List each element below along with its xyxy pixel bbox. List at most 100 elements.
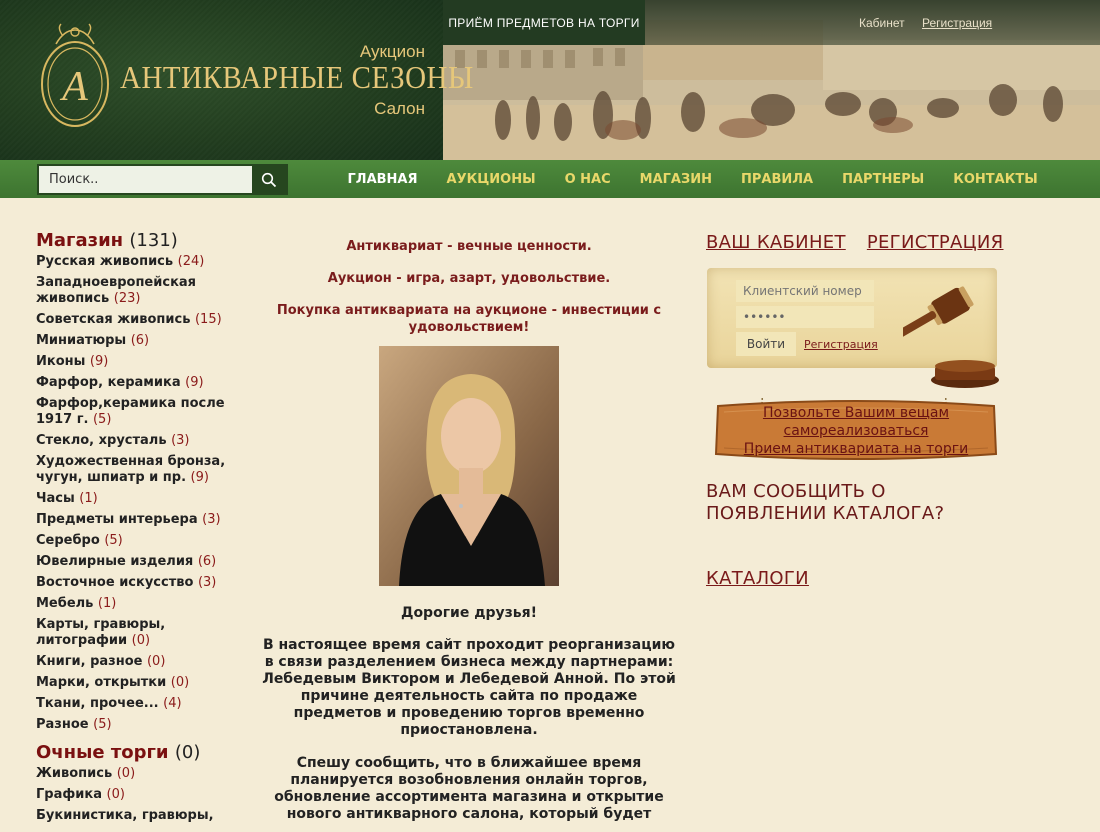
nav-item-shop[interactable]: МАГАЗИН bbox=[625, 160, 726, 198]
shop-item[interactable]: Стекло, хрусталь (3) bbox=[36, 433, 236, 449]
shop-item-count: (24) bbox=[177, 254, 205, 269]
shop-item-count: (23) bbox=[113, 291, 141, 306]
submit-items-sign[interactable]: Позвольте Вашим вещам самореализоваться … bbox=[714, 404, 998, 458]
shop-item-count: (3) bbox=[197, 575, 217, 590]
live-item-count: (0) bbox=[106, 787, 125, 802]
news-paragraph: Спешу сообщить, что в ближайшее время пл… bbox=[274, 755, 664, 822]
catalogs-link[interactable]: КАТАЛОГИ bbox=[706, 568, 809, 589]
brand-area: А Аукцион АНТИКВАРНЫЕ СЕЗОНЫ Салон bbox=[0, 0, 473, 160]
nav-item-rules[interactable]: ПРАВИЛА bbox=[726, 160, 827, 198]
login-panel: Войти Регистрация bbox=[707, 268, 999, 388]
submit-items-link[interactable]: ПРИЁМ ПРЕДМЕТОВ НА ТОРГИ bbox=[443, 0, 645, 45]
shop-item[interactable]: Карты, гравюры, литографии (0) bbox=[36, 617, 236, 649]
shop-item[interactable]: Восточное искусство (3) bbox=[36, 575, 236, 591]
nav-item-partners[interactable]: ПАРТНЕРЫ bbox=[828, 160, 939, 198]
registration-heading-link[interactable]: РЕГИСТРАЦИЯ bbox=[867, 232, 1004, 253]
slogan-investment: Покупка антиквариата на аукционе - инвес… bbox=[276, 303, 662, 335]
shop-item-count: (3) bbox=[171, 433, 190, 448]
shop-item[interactable]: Иконы (9) bbox=[36, 354, 236, 370]
announcement-paragraph: В настоящее время сайт проходит реоргани… bbox=[262, 637, 676, 738]
search-box bbox=[37, 164, 288, 195]
shop-item[interactable]: Русская живопись (24) bbox=[36, 254, 236, 270]
shop-item[interactable]: Фарфор,керамика после 1917 г. (5) bbox=[36, 396, 236, 428]
shop-title-label: Магазин bbox=[36, 230, 124, 251]
nav-item-about[interactable]: О НАС bbox=[550, 160, 625, 198]
shop-item-label: Разное bbox=[36, 717, 89, 732]
search-icon bbox=[261, 172, 277, 187]
shop-item-label: Стекло, хрусталь bbox=[36, 433, 167, 448]
nav-item-home[interactable]: ГЛАВНАЯ bbox=[333, 160, 432, 198]
register-link[interactable]: Регистрация bbox=[922, 16, 992, 30]
shop-item[interactable]: Советская живопись (15) bbox=[36, 312, 236, 328]
client-number-field[interactable] bbox=[736, 280, 874, 302]
shop-item[interactable]: Фарфор, керамика (9) bbox=[36, 375, 236, 391]
shop-item[interactable]: Книги, разное (0) bbox=[36, 654, 236, 670]
shop-item-count: (15) bbox=[194, 312, 222, 327]
logo-emblem-icon[interactable]: А bbox=[36, 22, 114, 132]
brand-subtitle-bottom: Салон bbox=[374, 99, 425, 118]
shop-item-count: (4) bbox=[163, 696, 182, 711]
live-item[interactable]: Живопись (0) bbox=[36, 766, 236, 782]
site-header: А Аукцион АНТИКВАРНЫЕ СЕЗОНЫ Салон ПРИЁМ… bbox=[0, 0, 1100, 160]
shop-item[interactable]: Художественная бронза, чугун, шпиатр и п… bbox=[36, 454, 236, 486]
shop-item[interactable]: Ткани, прочее... (4) bbox=[36, 696, 236, 712]
shop-item-count: (9) bbox=[190, 470, 209, 485]
shop-item-label: Марки, открытки bbox=[36, 675, 167, 690]
header-top-bar: ПРИЁМ ПРЕДМЕТОВ НА ТОРГИ Кабинет Регистр… bbox=[443, 0, 1100, 45]
greeting-heading: Дорогие друзья! bbox=[400, 605, 538, 621]
shop-item-label: Миниатюры bbox=[36, 333, 127, 348]
shop-item-label: Мебель bbox=[36, 596, 94, 611]
sign-line-1[interactable]: Позвольте Вашим вещам bbox=[714, 404, 998, 422]
shop-item[interactable]: Миниатюры (6) bbox=[36, 333, 236, 349]
live-title-count: (0) bbox=[174, 742, 201, 763]
sign-line-3[interactable]: Прием антиквариата на торги bbox=[714, 440, 998, 458]
live-item-label: Букинистика, гравюры, bbox=[36, 808, 214, 823]
shop-item-label: Иконы bbox=[36, 354, 86, 369]
shop-item-count: (3) bbox=[202, 512, 221, 527]
shop-item-count: (9) bbox=[89, 354, 109, 369]
live-item[interactable]: Букинистика, гравюры, bbox=[36, 808, 236, 824]
shop-item[interactable]: Разное (5) bbox=[36, 717, 236, 733]
sign-line-2[interactable]: самореализоваться bbox=[714, 422, 998, 440]
shop-item-label: Русская живопись bbox=[36, 254, 174, 269]
main-content: Антиквариат - вечные ценности. Аукцион -… bbox=[262, 238, 676, 823]
shop-item-count: (6) bbox=[130, 333, 150, 348]
search-button[interactable] bbox=[252, 166, 286, 193]
shop-item[interactable]: Марки, открытки (0) bbox=[36, 675, 236, 691]
shop-item-label: Советская живопись bbox=[36, 312, 191, 327]
login-button[interactable]: Войти bbox=[736, 332, 796, 356]
shop-item[interactable]: Ювелирные изделия (6) bbox=[36, 554, 236, 570]
live-auction-title[interactable]: Очные торги (0) bbox=[36, 742, 236, 763]
main-navbar: ГЛАВНАЯ АУКЦИОНЫ О НАС МАГАЗИН ПРАВИЛА П… bbox=[0, 160, 1100, 198]
account-column: ВАШ КАБИНЕТ РЕГИСТРАЦИЯ Войти Регистраци… bbox=[706, 232, 1006, 589]
shop-item[interactable]: Предметы интерьера (3) bbox=[36, 512, 236, 528]
nav-item-auctions[interactable]: АУКЦИОНЫ bbox=[432, 160, 550, 198]
brand-name[interactable]: АНТИКВАРНЫЕ СЕЗОНЫ bbox=[120, 60, 474, 96]
password-field[interactable] bbox=[736, 306, 874, 328]
slogan-antiques: Антиквариат - вечные ценности. bbox=[346, 239, 592, 254]
shop-item-count: (0) bbox=[146, 654, 166, 669]
shop-item-label: Серебро bbox=[36, 533, 100, 548]
shop-item-label: Ткани, прочее... bbox=[36, 696, 159, 711]
search-input[interactable] bbox=[39, 166, 253, 193]
shop-item-count: (0) bbox=[131, 633, 151, 648]
cabinet-link[interactable]: Кабинет bbox=[859, 16, 905, 30]
shop-item-label: Часы bbox=[36, 491, 75, 506]
cabinet-heading-link[interactable]: ВАШ КАБИНЕТ bbox=[706, 232, 846, 253]
login-register-link[interactable]: Регистрация bbox=[804, 338, 878, 351]
shop-category-list: Русская живопись (24) Западноевропейская … bbox=[36, 254, 236, 733]
live-item[interactable]: Графика (0) bbox=[36, 787, 236, 803]
shop-item-count: (0) bbox=[170, 675, 190, 690]
live-title-label: Очные торги bbox=[36, 742, 169, 763]
nav-item-contacts[interactable]: КОНТАКТЫ bbox=[939, 160, 1052, 198]
catalog-notify-heading[interactable]: ВАМ СООБЩИТЬ О ПОЯВЛЕНИИ КАТАЛОГА? bbox=[706, 481, 996, 525]
shop-item-count: (1) bbox=[79, 491, 98, 506]
shop-item[interactable]: Мебель (1) bbox=[36, 596, 236, 612]
shop-item[interactable]: Часы (1) bbox=[36, 491, 236, 507]
nav-menu: ГЛАВНАЯ АУКЦИОНЫ О НАС МАГАЗИН ПРАВИЛА П… bbox=[333, 160, 1052, 198]
shop-category-title[interactable]: Магазин (131) bbox=[36, 230, 236, 251]
shop-item-count: (6) bbox=[197, 554, 217, 569]
shop-item-count: (5) bbox=[104, 533, 123, 548]
shop-item[interactable]: Серебро (5) bbox=[36, 533, 236, 549]
shop-item[interactable]: Западноевропейская живопись (23) bbox=[36, 275, 236, 307]
